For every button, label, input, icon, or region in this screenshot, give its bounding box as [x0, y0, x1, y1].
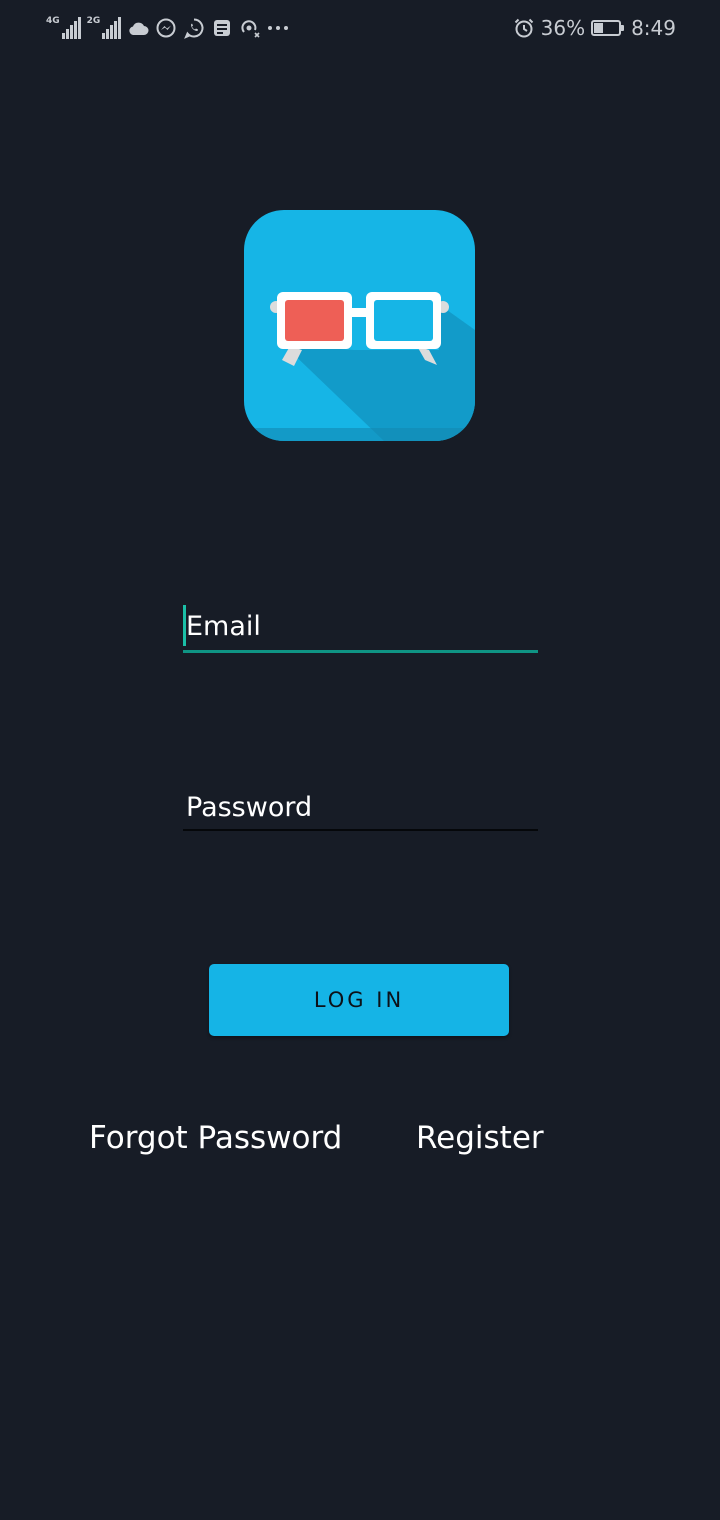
messenger-icon [155, 17, 177, 39]
3d-glasses-icon [244, 210, 475, 441]
password-field[interactable] [183, 785, 538, 829]
signal-2g-icon: 2G [87, 17, 122, 39]
battery-percent: 36% [540, 16, 586, 40]
status-bar-right: 36% 8:49 [513, 14, 676, 42]
app-logo [244, 210, 475, 441]
battery-level [594, 23, 604, 33]
left-lens [285, 300, 344, 341]
whatsapp-icon [183, 17, 205, 39]
text-cursor [183, 605, 186, 646]
cloud-icon [127, 17, 149, 39]
right-lens [374, 300, 433, 341]
hotspot-icon [239, 17, 261, 39]
email-field-underline [183, 650, 538, 653]
email-field-container [183, 604, 538, 653]
signal-4g-icon: 4G [46, 17, 81, 39]
email-field[interactable] [183, 604, 538, 648]
forgot-password-link[interactable]: Forgot Password [89, 1120, 342, 1156]
status-bar-left: 4G 2G [46, 14, 289, 42]
login-button[interactable]: LOG IN [209, 964, 509, 1036]
register-link[interactable]: Register [416, 1120, 544, 1156]
battery-icon [591, 20, 625, 36]
more-dots-icon [267, 17, 289, 39]
status-bar: 4G 2G 36% 8:49 [0, 0, 720, 56]
news-icon [211, 17, 233, 39]
alarm-icon [513, 17, 535, 39]
clock: 8:49 [631, 16, 676, 40]
password-field-container [183, 785, 538, 831]
password-field-underline [183, 829, 538, 831]
